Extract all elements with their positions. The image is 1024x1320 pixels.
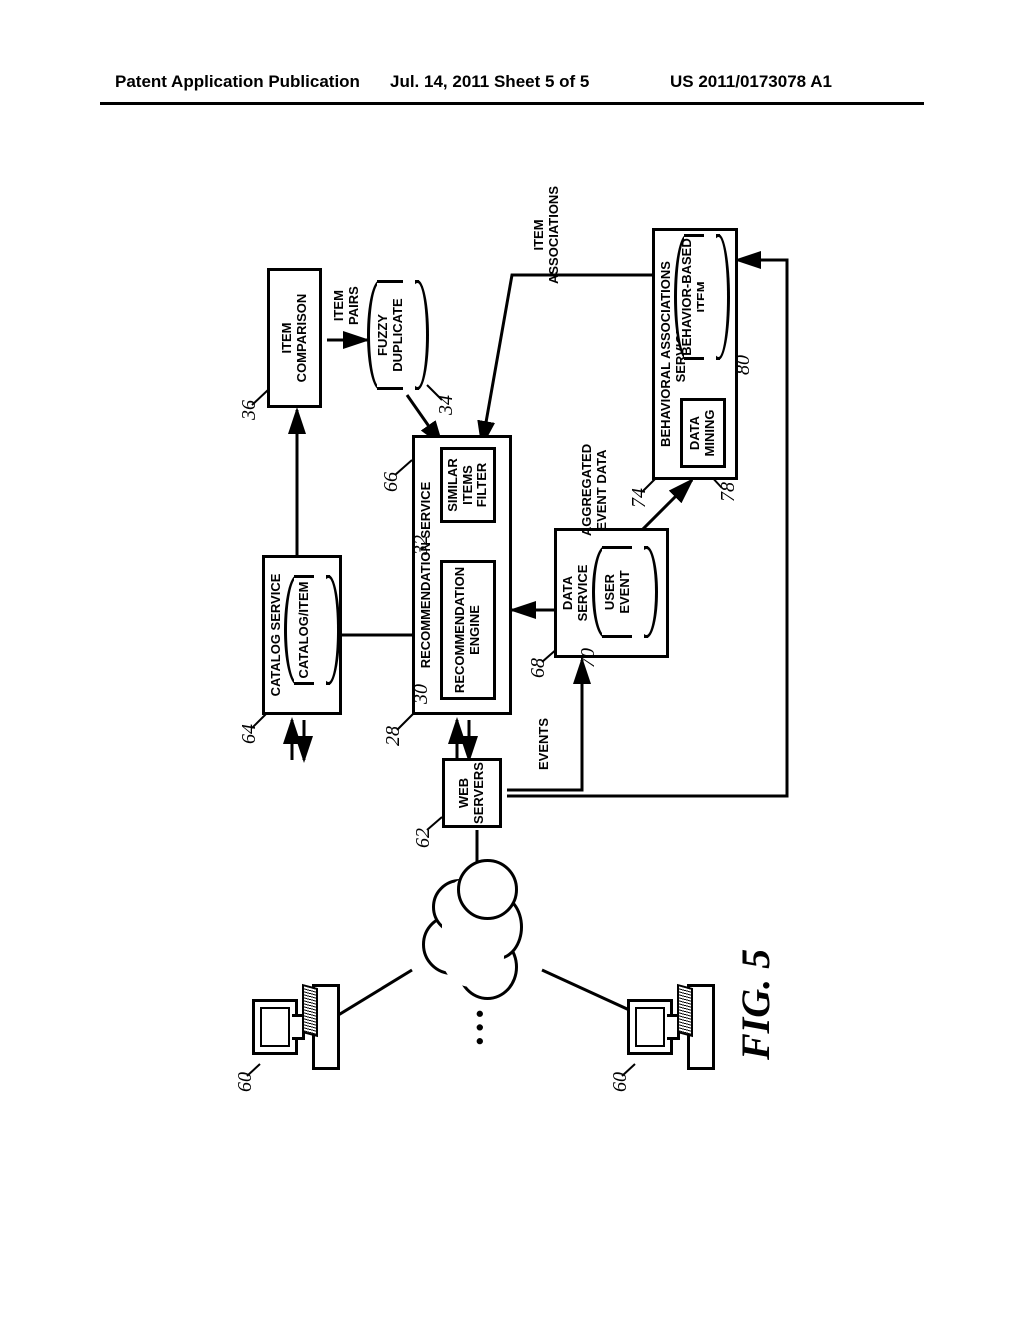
header-mid: Jul. 14, 2011 Sheet 5 of 5 — [390, 72, 589, 92]
page: Patent Application Publication Jul. 14, … — [0, 0, 1024, 1320]
catalog-item-content-db: CATALOG/ITEMCONTENT — [284, 575, 340, 685]
data-mining-box: DATAMINING — [680, 398, 726, 468]
data-service-label: DATASERVICE — [561, 565, 591, 622]
client-computer-icon — [252, 990, 342, 1070]
network-cloud-icon — [417, 855, 527, 1005]
ref-68: 68 — [527, 658, 550, 678]
recommendation-engine-label: RECOMMENDATIONENGINE — [453, 567, 483, 693]
ref-64: 64 — [238, 724, 261, 744]
catalog-service-label: CATALOG SERVICE — [269, 574, 284, 697]
data-mining-label: DATAMINING — [688, 410, 718, 457]
ref-70: 70 — [577, 648, 600, 668]
figure-caption: FIG. 5 — [732, 949, 779, 1060]
web-servers-label: WEBSERVERS — [457, 762, 487, 824]
header-right: US 2011/0173078 A1 — [670, 72, 832, 92]
ref-32: 32 — [410, 535, 433, 555]
ref-34: 34 — [435, 395, 458, 415]
client-computer-icon — [627, 990, 717, 1070]
fuzzy-duplicate-pairs-db: FUZZYDUPLICATEPAIRS — [367, 280, 429, 390]
figure-5-diagram: ••• 60 60 WEBSERVERS 62 CATALOG SERVICE … — [232, 220, 792, 1100]
behavior-based-assoc-db: BEHAVIOR-BASEDITEM ASSOCIATIONS — [674, 234, 730, 360]
ref-66: 66 — [380, 472, 403, 492]
web-servers-box: WEBSERVERS — [442, 758, 502, 828]
recommendation-engine-box: RECOMMENDATIONENGINE — [440, 560, 496, 700]
ref-74: 74 — [628, 488, 651, 508]
ref-60a: 60 — [234, 1072, 257, 1092]
recommendation-service-label: RECOMMENDATION SERVICE — [419, 482, 434, 669]
ref-80: 80 — [732, 355, 755, 375]
ref-78: 78 — [717, 482, 740, 502]
ref-62: 62 — [412, 828, 435, 848]
item-comparison-label: ITEMCOMPARISON — [280, 294, 310, 383]
header-rule — [100, 102, 924, 105]
similar-items-filter-label: SIMILARITEMSFILTER — [446, 458, 491, 511]
events-edge-label: EVENTS — [537, 718, 552, 770]
similar-items-filter-box: SIMILARITEMSFILTER — [440, 447, 496, 523]
ellipsis-icon: ••• — [467, 1004, 493, 1045]
ref-28: 28 — [382, 726, 405, 746]
ref-36: 36 — [238, 400, 261, 420]
aggregated-event-data-edge-label: AGGREGATEDEVENT DATA — [580, 435, 610, 545]
header-left: Patent Application Publication — [115, 72, 360, 92]
item-comparison-box: ITEMCOMPARISON — [267, 268, 322, 408]
item-associations-edge-label: ITEMASSOCIATIONS — [532, 180, 562, 290]
ref-60b: 60 — [609, 1072, 632, 1092]
ref-30: 30 — [410, 684, 433, 704]
user-event-data-db: USEREVENTDATA — [592, 546, 658, 638]
item-pairs-label: ITEMPAIRS — [332, 286, 362, 325]
